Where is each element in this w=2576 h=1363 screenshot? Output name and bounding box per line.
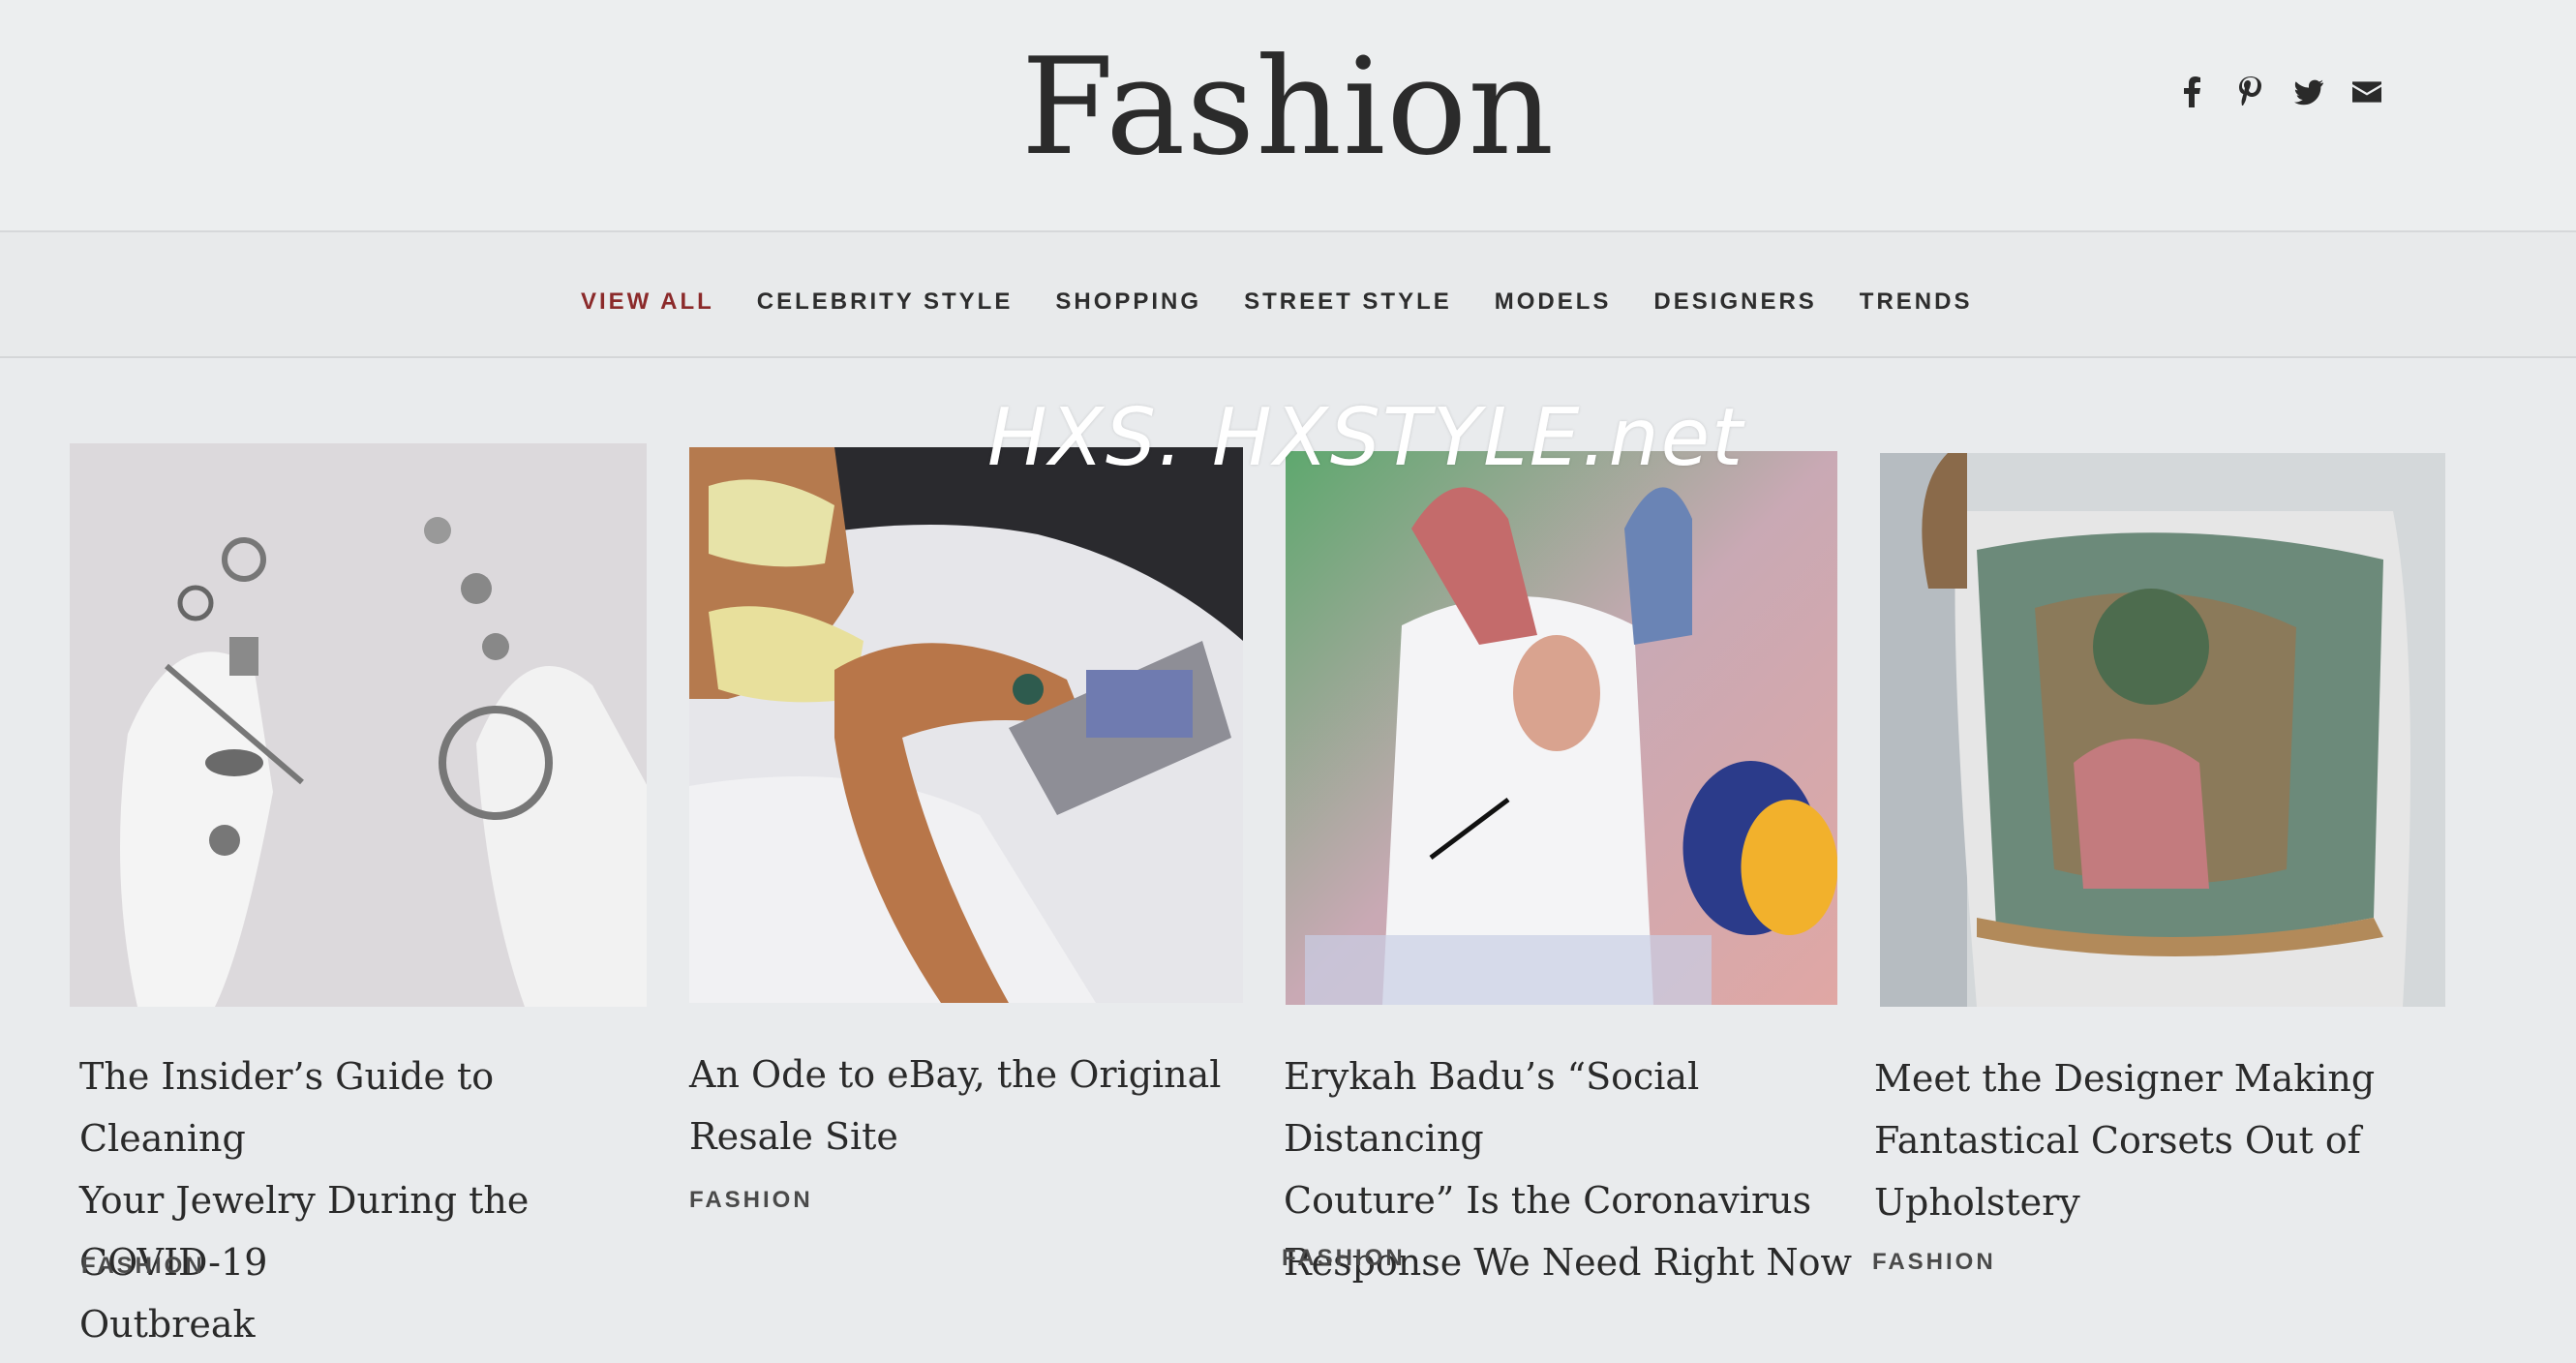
article-card-4[interactable]	[1880, 453, 2445, 1007]
article-tag-2[interactable]: FASHION	[689, 1187, 813, 1214]
article-title-line[interactable]: Fantastical Corsets Out of	[1874, 1109, 2455, 1171]
article-title-1[interactable]: The Insider’s Guide to Cleaning Your Jew…	[79, 1045, 660, 1355]
nav-item-celebrity-style[interactable]: CELEBRITY STYLE	[757, 288, 1014, 316]
article-image[interactable]	[1286, 451, 1837, 1005]
article-tag-3[interactable]: FASHION	[1282, 1245, 1406, 1272]
article-card-3[interactable]	[1286, 451, 1837, 1005]
article-title-line[interactable]: Meet the Designer Making	[1874, 1047, 2455, 1109]
article-image[interactable]	[70, 443, 647, 1007]
article-title-2[interactable]: An Ode to eBay, the Original Resale Site	[689, 1044, 1270, 1167]
social-links	[2178, 76, 2381, 107]
article-tag-1[interactable]: FASHION	[81, 1253, 205, 1280]
email-icon[interactable]	[2352, 77, 2381, 106]
article-tag-4[interactable]: FASHION	[1872, 1249, 1996, 1276]
nav-item-trends[interactable]: TRENDS	[1860, 288, 1973, 316]
article-title-4[interactable]: Meet the Designer Making Fantastical Cor…	[1874, 1047, 2455, 1233]
article-card-1[interactable]	[70, 443, 647, 1007]
pinterest-icon[interactable]	[2236, 76, 2265, 106]
nav-item-designers[interactable]: DESIGNERS	[1653, 288, 1816, 316]
article-title-line[interactable]: Outbreak	[79, 1293, 660, 1355]
article-title-line[interactable]: Erykah Badu’s “Social Distancing	[1284, 1045, 1864, 1169]
article-image[interactable]	[1880, 453, 2445, 1007]
article-title-line[interactable]: Upholstery	[1874, 1171, 2455, 1233]
nav-item-view-all[interactable]: VIEW ALL	[581, 288, 714, 316]
article-image[interactable]	[689, 447, 1243, 1003]
article-card-2[interactable]	[689, 447, 1243, 1003]
twitter-icon[interactable]	[2294, 77, 2323, 106]
nav-item-shopping[interactable]: SHOPPING	[1055, 288, 1201, 316]
article-title-line[interactable]: Resale Site	[689, 1106, 1270, 1167]
watermark-text: HXS. HXSTYLE.net	[987, 392, 1745, 484]
article-title-line[interactable]: The Insider’s Guide to Cleaning	[79, 1045, 660, 1169]
article-title-line[interactable]: Couture” Is the Coronavirus	[1284, 1169, 1864, 1231]
nav-item-models[interactable]: MODELS	[1495, 288, 1612, 316]
article-title-line[interactable]: An Ode to eBay, the Original	[689, 1044, 1270, 1106]
facebook-icon[interactable]	[2178, 76, 2207, 107]
category-nav: VIEW ALL CELEBRITY STYLE SHOPPING STREET…	[0, 232, 2576, 356]
site-header: Fashion	[0, 0, 2576, 230]
nav-item-street-style[interactable]: STREET STYLE	[1244, 288, 1452, 316]
